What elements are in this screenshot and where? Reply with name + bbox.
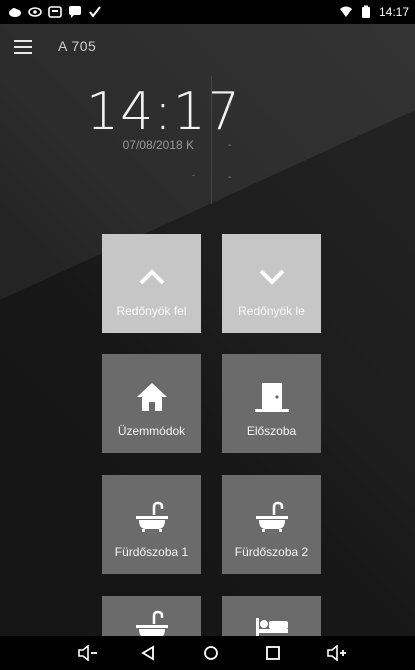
back-button[interactable] bbox=[136, 642, 160, 664]
tile-label: Üzemmódok bbox=[117, 424, 186, 438]
clock-sub: - bbox=[192, 170, 195, 180]
recents-button[interactable] bbox=[261, 642, 285, 664]
cloud-icon bbox=[9, 8, 21, 17]
recents-icon bbox=[266, 646, 280, 660]
tile-bathroom-3[interactable] bbox=[102, 596, 201, 636]
tile-label: Előszoba bbox=[246, 424, 297, 438]
info-line-1: - bbox=[228, 100, 232, 111]
volume-down-icon bbox=[78, 645, 97, 661]
clock-date: 07/08/2018 K bbox=[122, 138, 194, 152]
navigation-bar bbox=[0, 636, 415, 670]
door-icon bbox=[254, 383, 289, 412]
chevron-up-icon bbox=[139, 269, 164, 285]
clock-time: 14:17 bbox=[86, 82, 241, 142]
tile-bathroom-1[interactable]: Fürdőszoba 1 bbox=[102, 475, 201, 574]
tile-shutters-down[interactable]: Redőnyök le bbox=[222, 234, 321, 333]
info-line-2: - bbox=[228, 140, 232, 151]
tile-label: Redőnyök le bbox=[238, 304, 305, 318]
tile-shutters-up[interactable]: Redőnyök fel bbox=[102, 234, 201, 333]
volume-up-icon bbox=[327, 645, 346, 661]
back-icon bbox=[141, 645, 154, 661]
status-time: 14:17 bbox=[378, 5, 409, 19]
tile-label: Fürdőszoba 2 bbox=[234, 545, 309, 559]
info-line-3: - bbox=[228, 172, 232, 183]
home-button[interactable] bbox=[199, 642, 223, 664]
home-icon bbox=[136, 383, 167, 411]
tile-hallway[interactable]: Előszoba bbox=[222, 354, 321, 453]
bathtub-icon bbox=[135, 501, 168, 532]
bathtub-icon bbox=[255, 501, 288, 532]
battery-icon bbox=[361, 5, 370, 18]
volume-up-button[interactable] bbox=[325, 642, 349, 664]
check-icon bbox=[89, 6, 101, 18]
bed-icon bbox=[255, 618, 288, 636]
bathtub-icon bbox=[135, 610, 168, 636]
hamburger-menu-icon[interactable] bbox=[14, 40, 32, 54]
square-app-icon bbox=[48, 6, 62, 18]
home-circle-icon bbox=[204, 646, 218, 660]
eye-icon bbox=[28, 7, 42, 17]
wifi-icon bbox=[339, 6, 352, 17]
tile-label: Fürdőszoba 1 bbox=[114, 545, 189, 559]
page-title: A 705 bbox=[58, 38, 97, 54]
status-bar: 14:17 bbox=[0, 0, 415, 24]
tile-bedroom[interactable] bbox=[222, 596, 321, 636]
chevron-down-icon bbox=[259, 269, 284, 285]
tile-label: Redőnyök fel bbox=[116, 304, 187, 318]
volume-down-button[interactable] bbox=[76, 642, 100, 664]
chat-icon bbox=[69, 6, 81, 18]
app-bar: A 705 bbox=[0, 30, 415, 64]
tile-modes[interactable]: Üzemmódok bbox=[102, 354, 201, 453]
tile-bathroom-2[interactable]: Fürdőszoba 2 bbox=[222, 475, 321, 574]
clock-divider bbox=[211, 76, 212, 204]
